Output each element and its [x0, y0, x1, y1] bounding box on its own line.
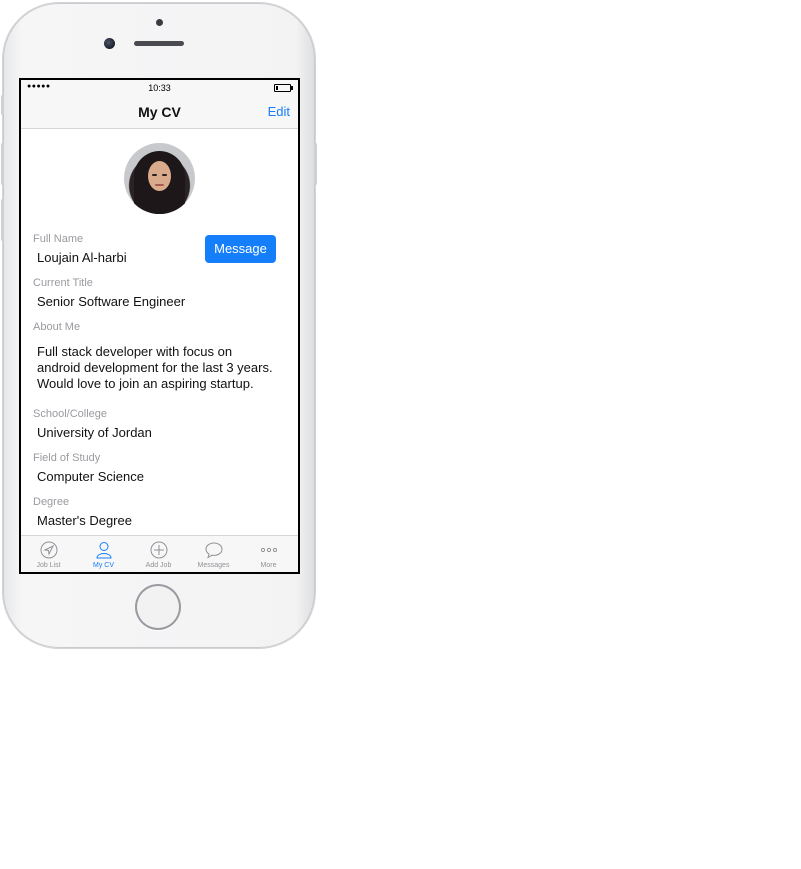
battery-icon [274, 84, 293, 92]
degree-value: Master's Degree [37, 513, 132, 528]
school-label: School/College [33, 408, 107, 420]
school-value: University of Jordan [37, 425, 152, 440]
earpiece-speaker [134, 41, 184, 46]
tab-messages[interactable]: Messages [186, 536, 241, 572]
location-arrow-icon [21, 541, 76, 559]
current-title-value: Senior Software Engineer [37, 294, 186, 309]
about-me-line-2: android development for the last 3 years… [37, 360, 273, 375]
person-icon [76, 541, 131, 559]
power-button [314, 143, 317, 185]
about-me-label: About Me [33, 321, 81, 333]
avatar-face [148, 161, 171, 191]
mute-switch [1, 95, 4, 115]
tab-job-list[interactable]: Job List [21, 536, 76, 572]
tab-bar: Job List My CV Add Job Messages More [21, 535, 298, 572]
volume-down-button [1, 199, 4, 241]
avatar [124, 143, 195, 214]
speech-bubble-icon [186, 541, 241, 559]
plus-circle-icon [131, 541, 186, 559]
full-name-label: Full Name [33, 233, 84, 245]
tab-label-job-list: Job List [36, 562, 61, 569]
tab-my-cv[interactable]: My CV [76, 536, 131, 572]
home-button[interactable] [135, 584, 181, 630]
app-screen: ●●●●● 10:33 My CV Edit Full Name Loujain… [21, 80, 298, 572]
about-me-line-1: Full stack developer with focus on [37, 344, 233, 359]
about-me-line-3: Would love to join an aspiring startup. [37, 376, 254, 391]
full-name-value: Loujain Al-harbi [37, 250, 127, 265]
field-of-study-label: Field of Study [33, 452, 101, 464]
field-of-study-value: Computer Science [37, 469, 144, 484]
current-title-label: Current Title [33, 277, 93, 289]
tab-label-add-job: Add Job [145, 562, 172, 569]
page-title: My CV [138, 104, 181, 120]
status-time: 10:33 [148, 83, 171, 93]
tab-label-messages: Messages [197, 562, 230, 569]
proximity-sensor [156, 19, 163, 26]
status-bar: ●●●●● 10:33 [21, 80, 298, 96]
tab-more[interactable]: More [241, 536, 296, 572]
edit-button[interactable]: Edit [268, 104, 290, 119]
phone-screen: ●●●●● 10:33 My CV Edit Full Name Loujain… [19, 78, 300, 574]
front-camera-icon [104, 38, 115, 49]
volume-up-button [1, 143, 4, 185]
degree-label: Degree [33, 496, 70, 508]
ellipsis-icon [241, 541, 296, 559]
tab-label-my-cv: My CV [93, 562, 114, 569]
navigation-bar: My CV Edit [21, 96, 298, 129]
tab-label-more: More [260, 562, 277, 569]
tab-add-job[interactable]: Add Job [131, 536, 186, 572]
message-button[interactable]: Message [205, 235, 276, 263]
